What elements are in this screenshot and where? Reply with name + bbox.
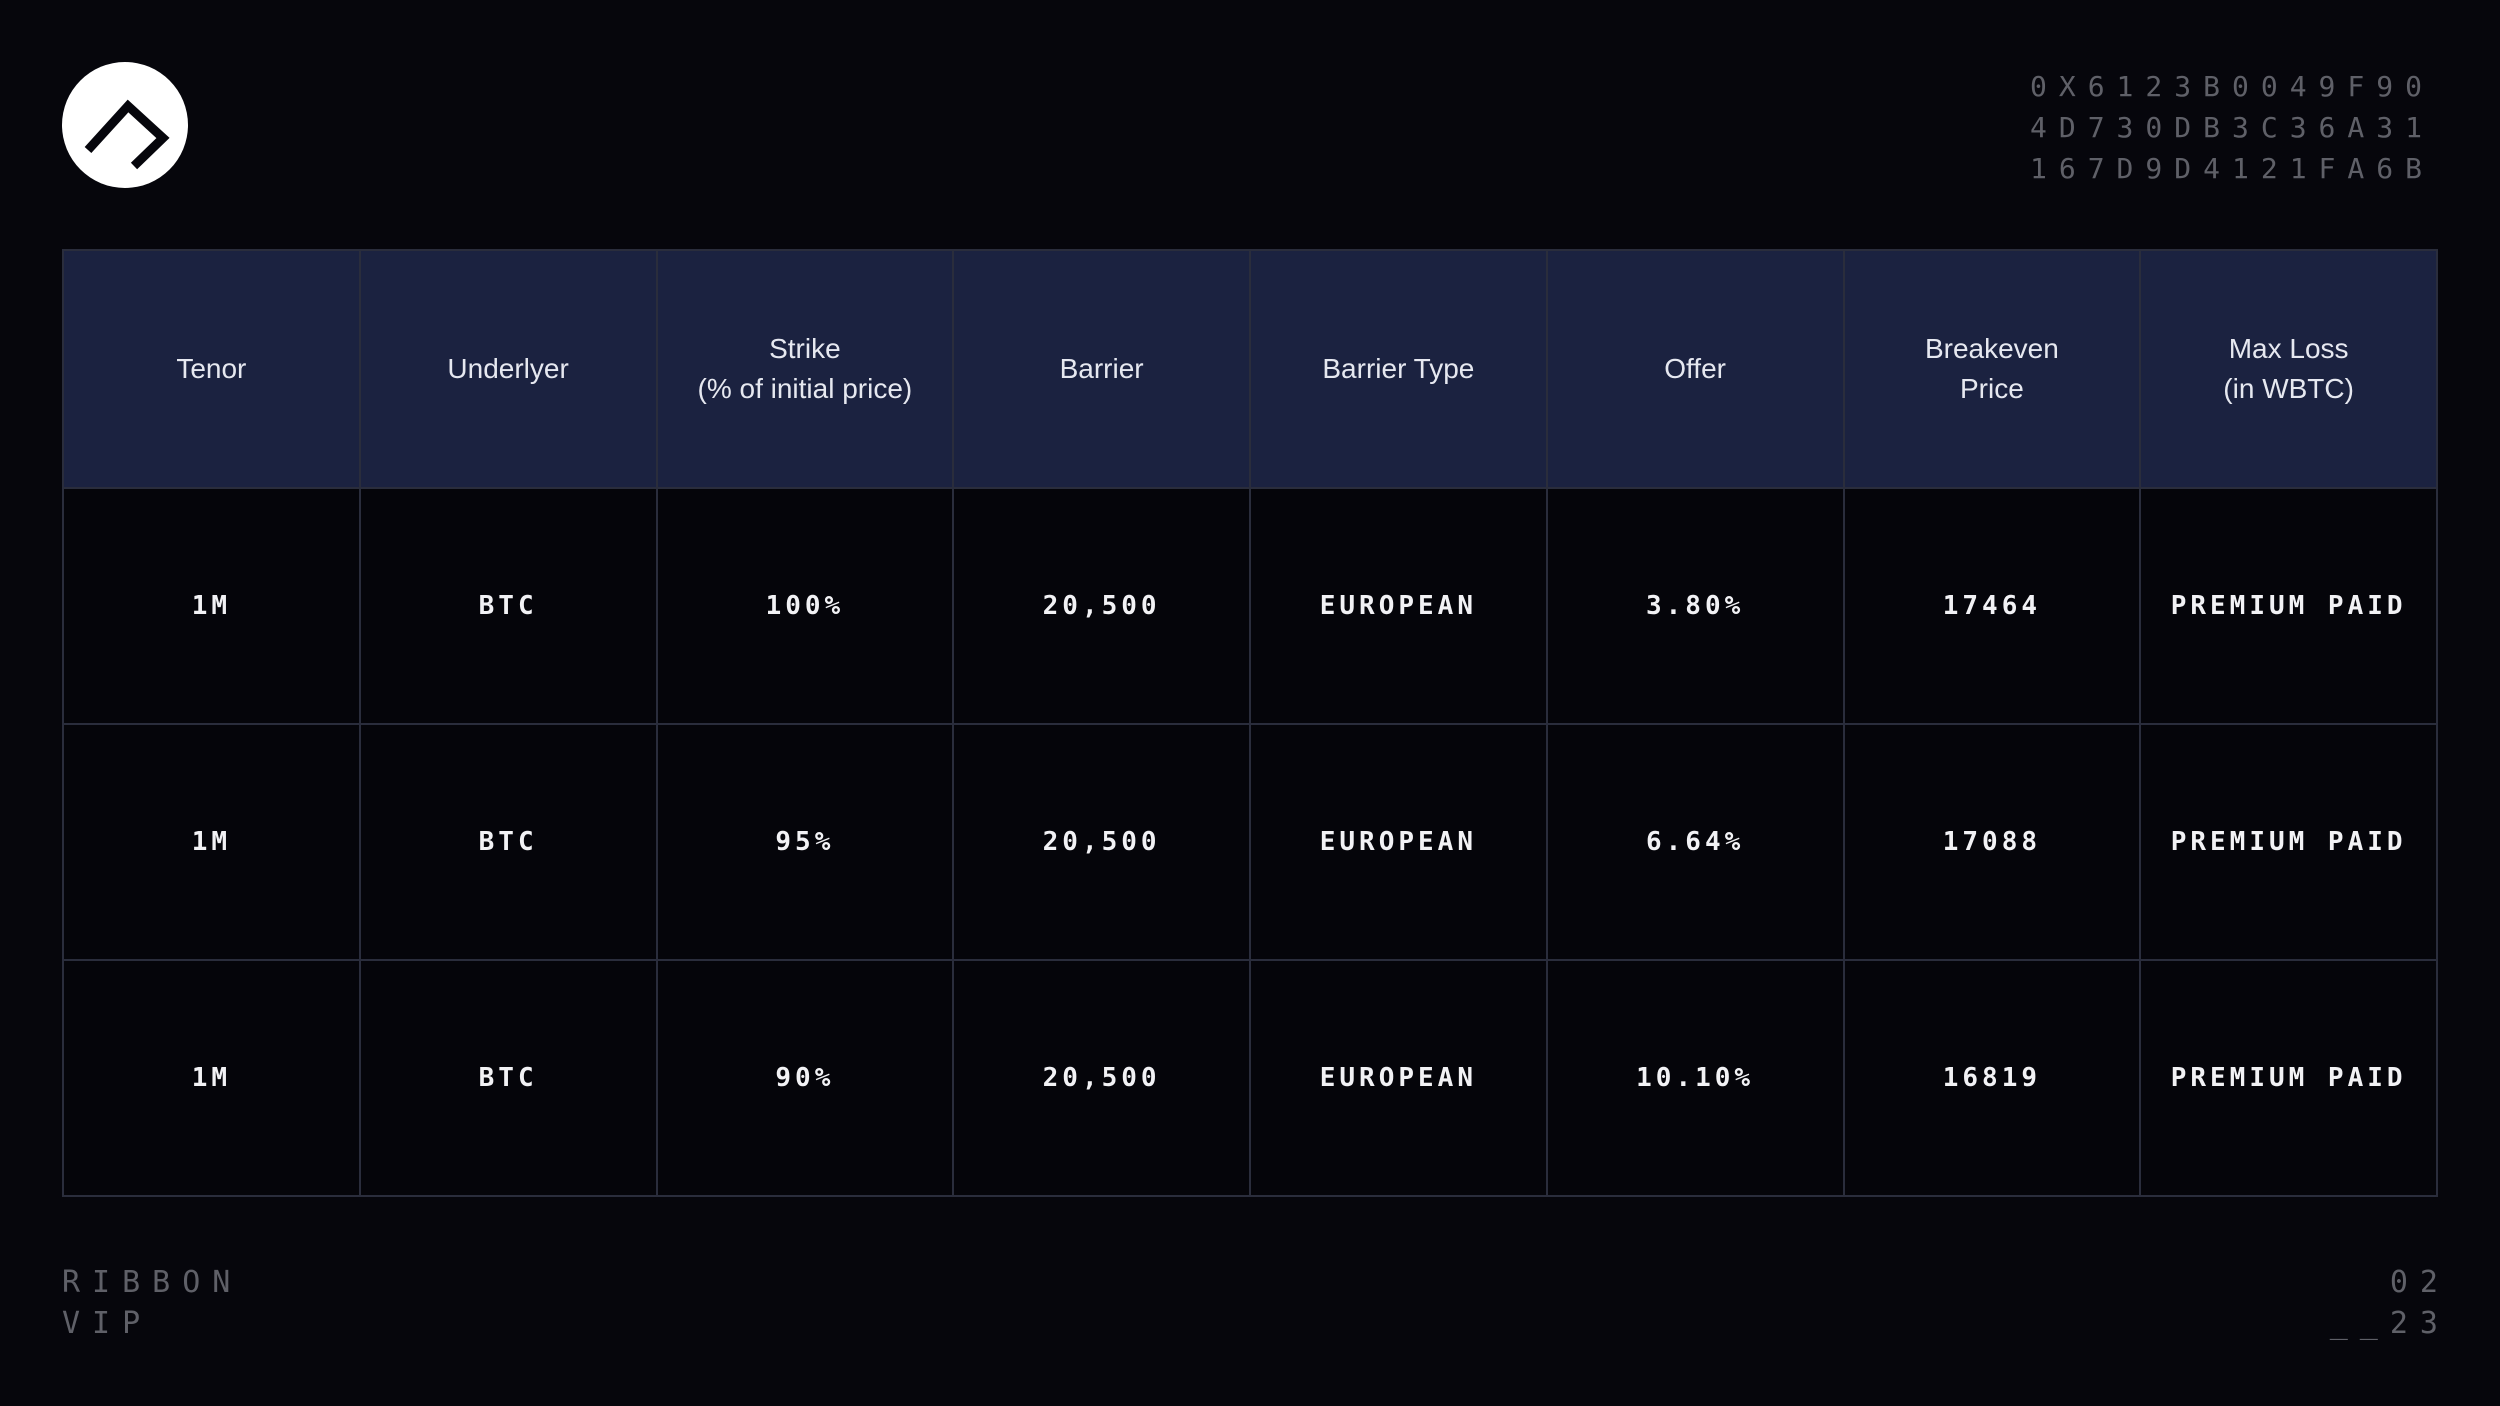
page-number: 02 __23: [2330, 1262, 2438, 1344]
header-strike: Strike (% of initial price): [655, 249, 955, 489]
cell-tenor: 1M: [62, 959, 361, 1197]
table-row: 1M BTC 90% 20,500 EUROPEAN 10.10% 16819 …: [62, 959, 2438, 1197]
cell-max-loss: PREMIUM PAID: [2139, 959, 2438, 1197]
cell-underlyer: BTC: [358, 723, 658, 961]
cell-barrier: 20,500: [952, 723, 1251, 961]
header-offer: Offer: [1545, 249, 1845, 489]
cell-barrier-type: EUROPEAN: [1249, 723, 1548, 961]
cell-offer: 10.10%: [1545, 959, 1845, 1197]
cell-underlyer: BTC: [358, 487, 658, 725]
hash-line: 4D730DB3C36A31: [2029, 111, 2434, 144]
header-underlyer: Underlyer: [358, 249, 658, 489]
cell-breakeven-price: 17088: [1842, 723, 2142, 961]
table-row: 1M BTC 100% 20,500 EUROPEAN 3.80% 17464 …: [62, 487, 2438, 725]
cell-breakeven-price: 17464: [1842, 487, 2142, 725]
hash-line: 167D9D4121FA6B: [2029, 152, 2434, 185]
cell-barrier-type: EUROPEAN: [1249, 959, 1548, 1197]
header-breakeven-price: Breakeven Price: [1842, 249, 2142, 489]
hash-line: 0X6123B0049F90: [2029, 70, 2434, 103]
cell-tenor: 1M: [62, 487, 361, 725]
cell-strike: 100%: [655, 487, 955, 725]
offer-table: Tenor Underlyer Strike (% of initial pric…: [62, 249, 2438, 1197]
table-header-row: Tenor Underlyer Strike (% of initial pric…: [62, 249, 2438, 489]
brand-name: RIBBON: [62, 1265, 243, 1300]
page-total: __23: [2329, 1306, 2450, 1341]
hash-block: 0X6123B0049F90 4D730DB3C36A31 167D9D4121…: [2030, 66, 2422, 189]
brand-tier: VIP: [62, 1306, 153, 1341]
logo-mark: [84, 99, 170, 170]
cell-max-loss: PREMIUM PAID: [2139, 723, 2438, 961]
offer-table-container: Tenor Underlyer Strike (% of initial pric…: [62, 249, 2438, 1197]
cell-tenor: 1M: [62, 723, 361, 961]
cell-underlyer: BTC: [358, 959, 658, 1197]
cell-offer: 6.64%: [1545, 723, 1845, 961]
header-max-loss: Max Loss (in WBTC): [2139, 249, 2438, 489]
header-tenor: Tenor: [62, 249, 361, 489]
cell-barrier-type: EUROPEAN: [1249, 487, 1548, 725]
cell-barrier: 20,500: [952, 959, 1251, 1197]
page-current: 02: [2389, 1265, 2450, 1300]
cell-breakeven-price: 16819: [1842, 959, 2142, 1197]
ribbon-logo-icon: [62, 62, 188, 188]
cell-strike: 90%: [655, 959, 955, 1197]
cell-offer: 3.80%: [1545, 487, 1845, 725]
cell-strike: 95%: [655, 723, 955, 961]
header-barrier-type: Barrier Type: [1249, 249, 1548, 489]
header-barrier: Barrier: [952, 249, 1251, 489]
brand-wordmark: RIBBON VIP: [62, 1262, 242, 1344]
cell-barrier: 20,500: [952, 487, 1251, 725]
table-row: 1M BTC 95% 20,500 EUROPEAN 6.64% 17088 P…: [62, 723, 2438, 961]
cell-max-loss: PREMIUM PAID: [2139, 487, 2438, 725]
